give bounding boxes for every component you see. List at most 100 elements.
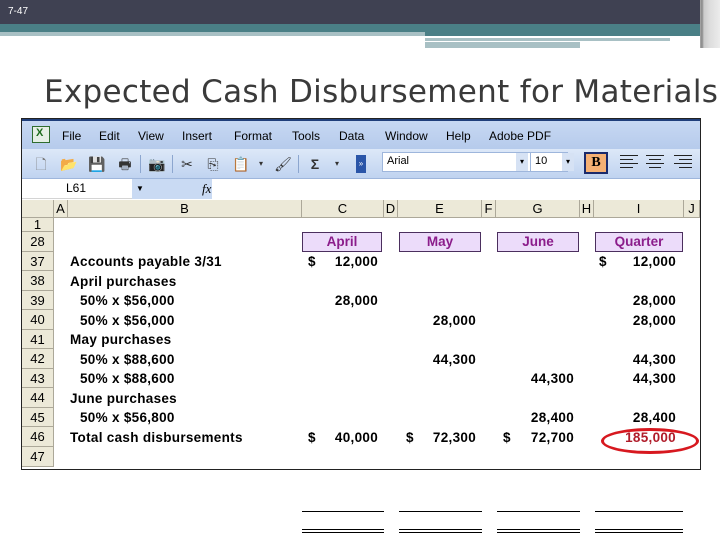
row-header[interactable]: 45 (22, 408, 54, 427)
row-label[interactable]: June purchases (70, 391, 177, 406)
column-header-c[interactable]: C (302, 200, 384, 218)
menu-insert[interactable]: Insert (182, 129, 212, 143)
excel-window: File Edit View Insert Format Tools Data … (21, 118, 701, 533)
column-header-j[interactable]: J (684, 200, 700, 218)
menu-adobe-pdf[interactable]: Adobe PDF (489, 129, 551, 143)
name-box-dropdown-icon[interactable]: ▼ (132, 179, 212, 199)
row-header[interactable]: 44 (22, 388, 54, 408)
row-label[interactable]: April purchases (70, 274, 177, 289)
cell-may[interactable]: 28,000 (398, 313, 476, 328)
camera-icon[interactable]: 📷 (148, 155, 166, 173)
cell-april[interactable]: 12,000 (302, 254, 378, 269)
row-header[interactable]: 37 (22, 252, 54, 271)
save-icon[interactable]: 💾 (88, 155, 106, 173)
menu-data[interactable]: Data (339, 129, 364, 143)
cell-quarter[interactable]: 28,000 (594, 293, 676, 308)
menu-edit[interactable]: Edit (99, 129, 120, 143)
cell-may[interactable]: 44,300 (398, 352, 476, 367)
double-underline (399, 529, 482, 533)
font-size-dropdown-icon[interactable]: ▾ (562, 153, 574, 171)
cell-june[interactable]: 72,700 (496, 430, 574, 445)
column-header-a[interactable]: A (54, 200, 68, 218)
column-header-b[interactable]: B (68, 200, 302, 218)
row-label[interactable]: Accounts payable 3/31 (70, 254, 222, 269)
copy-icon[interactable]: ⎘ (204, 155, 222, 173)
align-center-icon[interactable] (646, 155, 664, 171)
header-quarter[interactable]: Quarter (595, 232, 683, 252)
menu-tools[interactable]: Tools (292, 129, 320, 143)
autosum-dropdown-icon[interactable]: ▾ (328, 155, 346, 173)
subtotal-line (595, 511, 683, 512)
open-icon[interactable]: 📂 (60, 155, 78, 173)
row-label[interactable]: 50% x $56,800 (80, 410, 175, 425)
font-name-value: Arial (387, 155, 410, 167)
menu-view[interactable]: View (138, 129, 164, 143)
row-header[interactable]: 42 (22, 349, 54, 369)
row-header[interactable]: 41 (22, 330, 54, 349)
decor-bar (0, 32, 425, 36)
row-label[interactable]: 50% x $56,000 (80, 293, 175, 308)
cell-quarter[interactable]: 12,000 (594, 254, 676, 269)
font-dropdown-icon[interactable]: ▾ (516, 153, 528, 171)
cell-quarter[interactable]: 28,400 (594, 410, 676, 425)
row-label[interactable]: Total cash disbursements (70, 430, 243, 445)
menu-window[interactable]: Window (385, 129, 428, 143)
double-underline (497, 529, 580, 533)
column-header-f[interactable]: F (482, 200, 496, 218)
row-header[interactable]: 28 (22, 232, 54, 252)
menu-format[interactable]: Format (234, 129, 272, 143)
subtotal-line (497, 511, 580, 512)
align-left-icon[interactable] (620, 155, 638, 171)
toolbar-separator (298, 155, 299, 173)
cut-icon[interactable]: ✂ (178, 155, 196, 173)
menu-file[interactable]: File (62, 129, 81, 143)
row-label[interactable]: 50% x $88,600 (80, 371, 175, 386)
cell-quarter[interactable]: 44,300 (594, 371, 676, 386)
subtotal-line (302, 511, 384, 512)
row-header[interactable]: 43 (22, 369, 54, 388)
cell-april[interactable]: 40,000 (302, 430, 378, 445)
cell-june[interactable]: 44,300 (496, 371, 574, 386)
row-header[interactable]: 1 (22, 218, 54, 232)
column-header-h[interactable]: H (580, 200, 594, 218)
excel-icon[interactable] (32, 126, 50, 143)
row-header[interactable]: 47 (22, 447, 54, 467)
paste-dropdown-icon[interactable]: ▾ (252, 155, 270, 173)
cell-quarter[interactable]: 28,000 (594, 313, 676, 328)
menu-help[interactable]: Help (446, 129, 471, 143)
row-label[interactable]: May purchases (70, 332, 171, 347)
font-name-select[interactable]: Arial (382, 152, 534, 172)
cell-april[interactable]: 28,000 (302, 293, 378, 308)
format-painter-icon[interactable]: 🖌 (274, 155, 292, 173)
column-header-d[interactable]: D (384, 200, 398, 218)
new-icon[interactable]: 🗋 (32, 155, 50, 173)
double-underline (595, 529, 683, 533)
cell-may[interactable]: 72,300 (398, 430, 476, 445)
header-june[interactable]: June (497, 232, 579, 252)
row-header[interactable]: 40 (22, 310, 54, 330)
bold-button[interactable]: B (584, 152, 608, 174)
column-header-g[interactable]: G (496, 200, 580, 218)
row-header[interactable]: 39 (22, 291, 54, 310)
highlight-oval (601, 428, 699, 454)
row-header[interactable]: 38 (22, 271, 54, 291)
row-header[interactable]: 46 (22, 427, 54, 447)
name-box[interactable]: L61 (22, 179, 132, 199)
toolbar-options-icon[interactable]: » (356, 155, 366, 173)
header-april[interactable]: April (302, 232, 382, 252)
cell-quarter[interactable]: 44,300 (594, 352, 676, 367)
print-icon[interactable]: 🖶 (116, 155, 134, 173)
name-box-value: L61 (66, 181, 87, 195)
paste-icon[interactable]: 📋 (232, 155, 250, 173)
header-may[interactable]: May (399, 232, 481, 252)
align-right-icon[interactable] (674, 155, 692, 171)
cell-june[interactable]: 28,400 (496, 410, 574, 425)
fx-icon[interactable]: fx (202, 181, 211, 197)
autosum-icon[interactable]: Σ (306, 155, 324, 173)
double-underline (302, 529, 384, 533)
select-all-corner[interactable] (22, 200, 54, 218)
row-label[interactable]: 50% x $88,600 (80, 352, 175, 367)
column-header-e[interactable]: E (398, 200, 482, 218)
row-label[interactable]: 50% x $56,000 (80, 313, 175, 328)
column-header-i[interactable]: I (594, 200, 684, 218)
